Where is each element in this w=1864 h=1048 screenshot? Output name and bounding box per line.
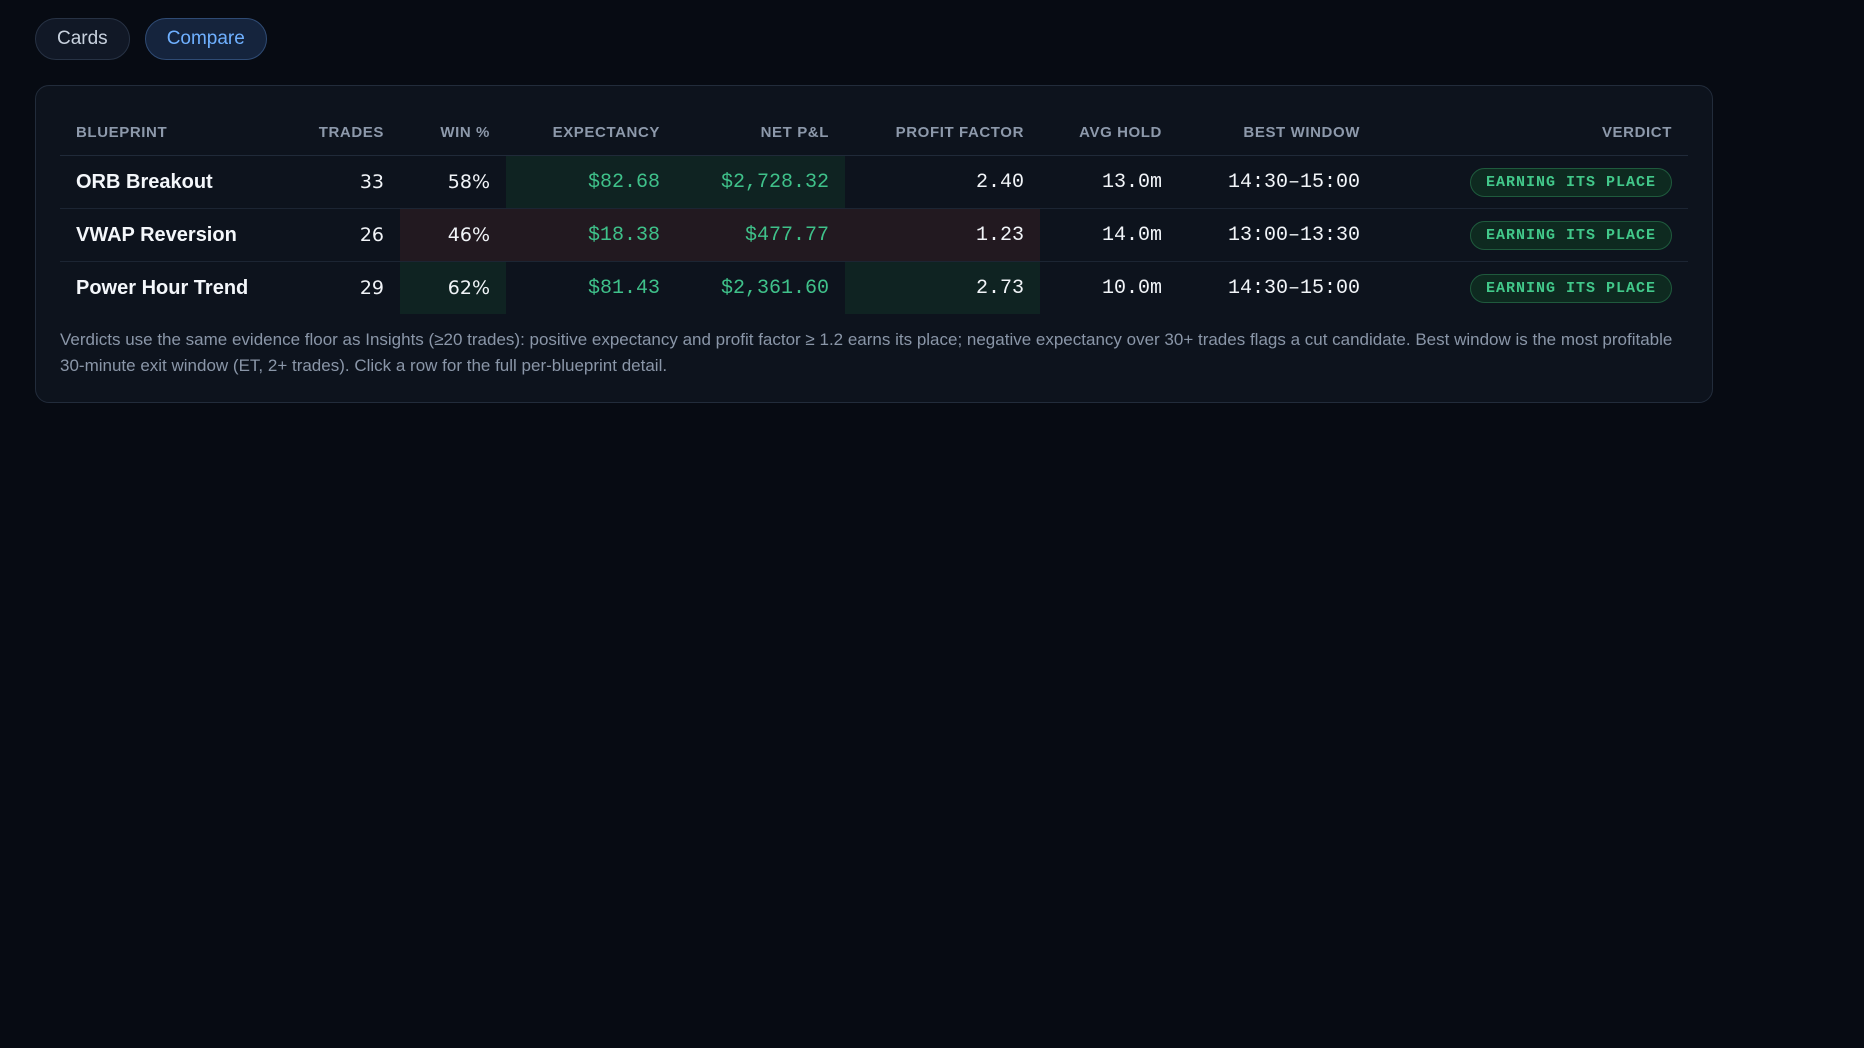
blueprint-name: ORB Breakout <box>60 155 290 209</box>
expectancy-cell: $82.68 <box>506 155 676 209</box>
expectancy-cell: $18.38 <box>506 208 676 262</box>
win-rate-cell: 46% <box>400 208 506 262</box>
win-rate-cell: 58% <box>400 155 506 209</box>
net-pnl-cell: $2,361.60 <box>720 276 829 300</box>
profit-factor-cell: 2.40 <box>845 155 1040 209</box>
avg-hold-cell: 13.0m <box>1040 155 1178 209</box>
verdict-cell: EARNING ITS PLACE <box>1376 262 1688 315</box>
blueprint-compare-table: BLUEPRINT TRADES WIN % EXPECTANCY NET P&… <box>60 110 1688 314</box>
table-row[interactable]: Power Hour Trend 29 62% $81.43 $2,361.60… <box>60 261 1688 315</box>
blueprint-name: VWAP Reversion <box>60 208 290 262</box>
profit-factor-cell: 1.23 <box>845 208 1040 262</box>
net-pnl-cell: $477.77 <box>676 208 845 262</box>
col-header-win[interactable]: WIN % <box>400 110 506 156</box>
col-header-profit-factor[interactable]: PROFIT FACTOR <box>845 110 1040 156</box>
view-tabs: Cards Compare <box>35 18 267 60</box>
avg-hold-cell: 14.0m <box>1040 208 1178 262</box>
trades-cell: 33 <box>290 155 400 209</box>
net-pnl-cell: $2,728.32 <box>676 155 845 209</box>
col-header-best-window[interactable]: BEST WINDOW <box>1178 110 1376 156</box>
best-window-cell: 14:30–15:00 <box>1227 276 1360 300</box>
verdict-footnote: Verdicts use the same evidence floor as … <box>60 330 1673 375</box>
col-header-blueprint[interactable]: BLUEPRINT <box>60 110 290 156</box>
expectancy-cell: $81.43 <box>587 276 660 300</box>
table-header-row: BLUEPRINT TRADES WIN % EXPECTANCY NET P&… <box>60 110 1688 156</box>
col-header-verdict[interactable]: VERDICT <box>1376 110 1688 156</box>
col-header-net-pnl[interactable]: NET P&L <box>676 110 845 156</box>
verdict-badge: EARNING ITS PLACE <box>1469 167 1672 197</box>
verdict-badge: EARNING ITS PLACE <box>1469 220 1672 250</box>
col-header-avg-hold[interactable]: AVG HOLD <box>1040 110 1178 156</box>
win-rate-cell: 62% <box>400 261 506 314</box>
compare-panel: BLUEPRINT TRADES WIN % EXPECTANCY NET P&… <box>35 85 1713 403</box>
col-header-expectancy[interactable]: EXPECTANCY <box>506 110 676 156</box>
verdict-cell: EARNING ITS PLACE <box>1376 155 1688 209</box>
tab-cards[interactable]: Cards <box>35 18 130 60</box>
avg-hold-cell: 10.0m <box>1101 276 1162 300</box>
verdict-badge: EARNING ITS PLACE <box>1469 273 1672 303</box>
table-row[interactable]: ORB Breakout 33 58% $82.68 $2,728.32 2.4… <box>60 155 1688 209</box>
verdict-cell: EARNING ITS PLACE <box>1376 208 1688 262</box>
profit-factor-cell: 2.73 <box>845 261 1040 314</box>
best-window-cell: 13:00–13:30 <box>1178 208 1376 262</box>
tab-compare[interactable]: Compare <box>144 18 267 60</box>
best-window-cell: 14:30–15:00 <box>1178 155 1376 209</box>
table-row[interactable]: VWAP Reversion 26 46% $18.38 $477.77 1.2… <box>60 208 1688 262</box>
trades-cell: 26 <box>290 208 400 262</box>
blueprint-name: Power Hour Trend <box>76 276 249 299</box>
trades-cell: 29 <box>359 277 384 299</box>
col-header-trades[interactable]: TRADES <box>290 110 400 156</box>
